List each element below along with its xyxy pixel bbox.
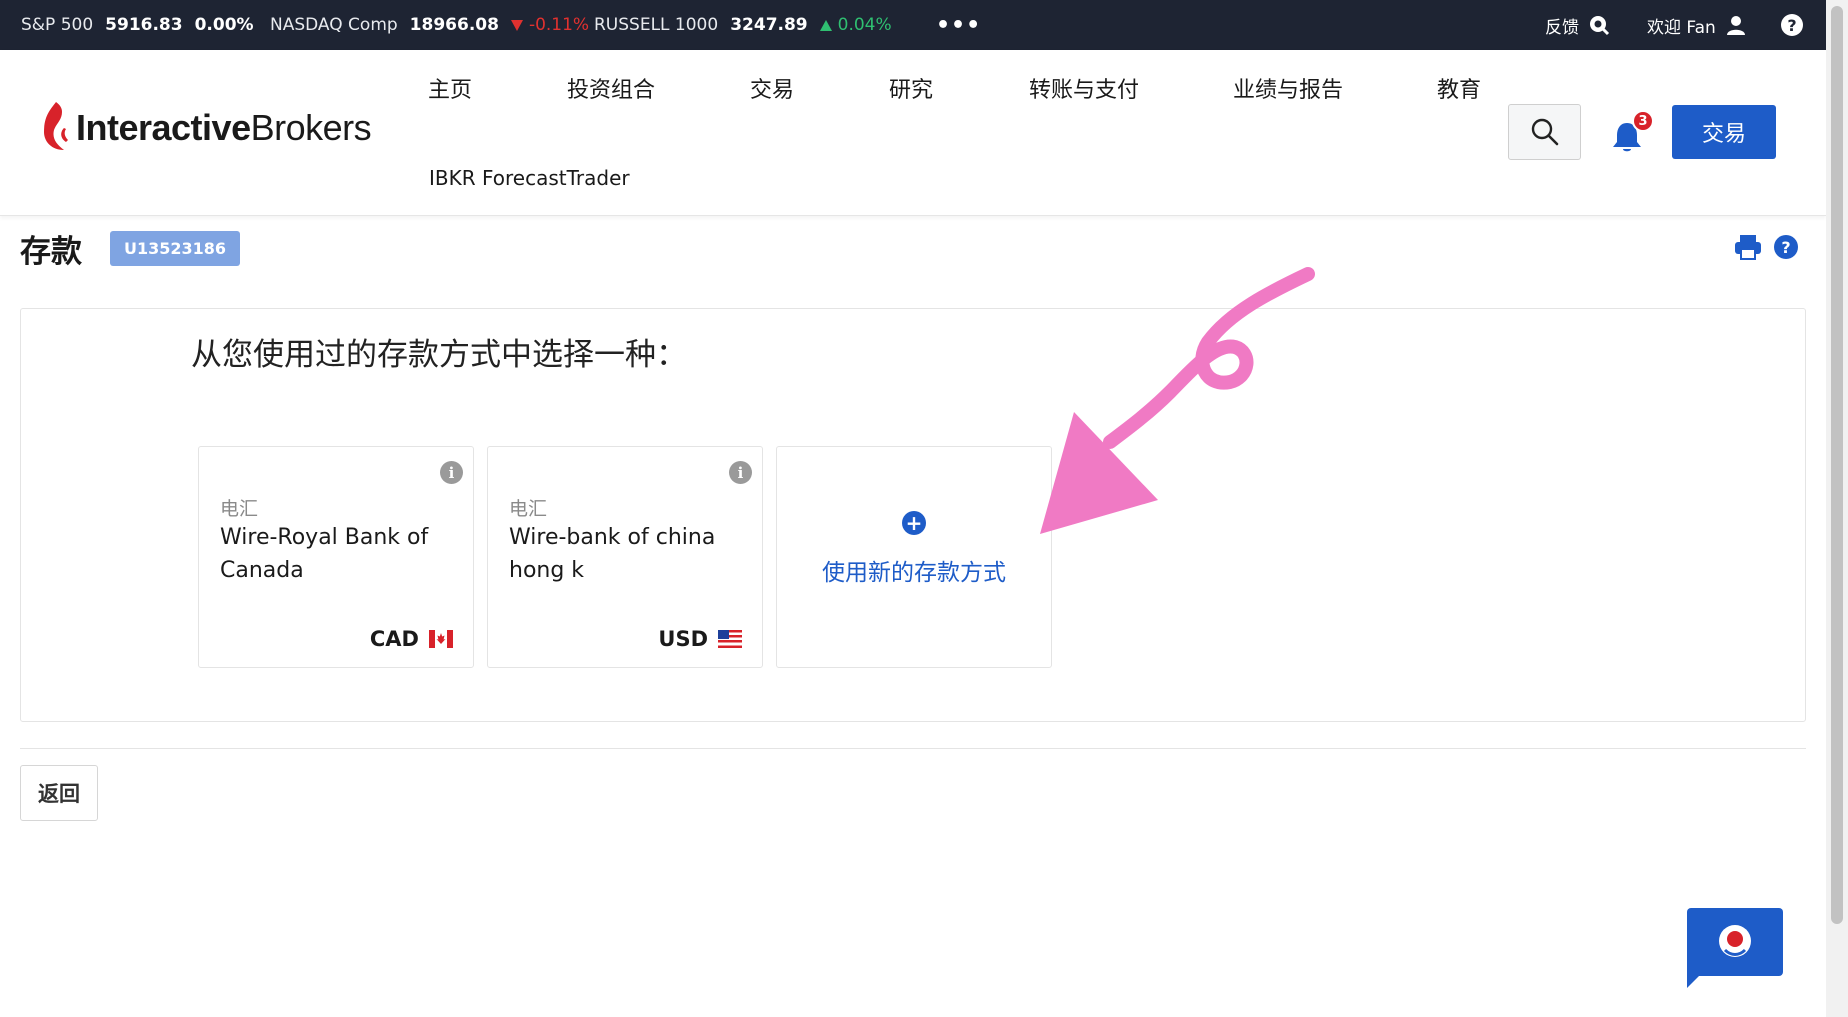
page-title: 存款 (20, 234, 82, 270)
feedback-icon (1590, 16, 1610, 36)
more-icon[interactable]: ••• (936, 0, 981, 50)
back-button[interactable]: 返回 (20, 765, 98, 821)
ticker-russell[interactable]: RUSSELL 1000 3247.89 0.04% (594, 0, 892, 50)
deposit-method-panel: 从您使用过的存款方式中选择一种： i 电汇 Wire-Royal Bank of… (20, 308, 1806, 722)
ticker-name: S&P 500 (21, 15, 94, 35)
method-name: Wire-bank of china hong k (509, 525, 716, 583)
ticker-change: 0.04% (837, 15, 892, 35)
trade-button[interactable]: 交易 (1672, 105, 1776, 159)
method-type: 电汇 (220, 498, 259, 520)
method-currency: CAD (370, 627, 453, 651)
divider (20, 748, 1806, 749)
user-menu[interactable]: 欢迎 Fan (1647, 0, 1747, 50)
print-icon[interactable] (1734, 234, 1762, 260)
ticker-value: 3247.89 (730, 15, 808, 35)
notifications-button[interactable]: 3 (1608, 110, 1654, 156)
market-ticker-bar: S&P 500 5916.83 0.00% NASDAQ Comp 18966.… (0, 0, 1826, 50)
nav-research[interactable]: 研究 (889, 72, 933, 104)
ticker-nasdaq[interactable]: NASDAQ Comp 18966.08 -0.11% (270, 0, 589, 50)
help-icon: ? (1781, 14, 1803, 36)
up-arrow-icon (819, 19, 832, 31)
add-icon: + (902, 511, 926, 535)
nav-performance-reports[interactable]: 业绩与报告 (1233, 72, 1343, 104)
us-flag-icon (718, 630, 742, 648)
help-button[interactable]: ? (1781, 0, 1803, 50)
logo-brokers: Brokers (250, 107, 372, 148)
feedback-button[interactable]: 反馈 (1545, 0, 1610, 50)
method-currency: USD (658, 627, 742, 651)
nav-forecasttrader[interactable]: IBKR ForecastTrader (429, 166, 630, 190)
add-deposit-method-card[interactable]: + 使用新的存款方式 (776, 446, 1052, 668)
down-arrow-icon (510, 19, 523, 31)
ticker-name: NASDAQ Comp (270, 15, 398, 35)
method-name: Wire-Royal Bank of Canada (220, 525, 429, 583)
deposit-method-card[interactable]: i 电汇 Wire-bank of china hong k USD (487, 446, 763, 668)
info-icon[interactable]: i (440, 461, 463, 484)
ticker-change: 0.00% (194, 15, 254, 35)
deposit-method-card[interactable]: i 电汇 Wire-Royal Bank of Canada CAD (198, 446, 474, 668)
chat-button[interactable] (1687, 908, 1783, 976)
logo-wordmark: InteractiveBrokers (76, 107, 372, 149)
ticker-value: 5916.83 (105, 15, 183, 35)
add-method-label: 使用新的存款方式 (822, 560, 1006, 586)
search-icon (1531, 118, 1558, 146)
logo-interactive: Interactive (76, 107, 251, 148)
nav-transfer-pay[interactable]: 转账与支付 (1029, 72, 1139, 104)
scrollbar-thumb[interactable] (1831, 6, 1843, 924)
search-button[interactable] (1508, 104, 1581, 160)
info-icon[interactable]: i (729, 461, 752, 484)
currency-code: CAD (369, 627, 419, 651)
canada-flag-icon (429, 630, 453, 648)
ticker-change: -0.11% (528, 15, 590, 35)
feedback-label: 反馈 (1545, 17, 1579, 38)
nav-trade[interactable]: 交易 (750, 72, 794, 104)
account-id-badge: U13523186 (110, 231, 241, 266)
ticker-value: 18966.08 (409, 15, 499, 35)
chat-bot-icon (1719, 925, 1751, 957)
scrollbar[interactable] (1826, 0, 1848, 1017)
nav-home[interactable]: 主页 (428, 72, 472, 104)
currency-code: USD (658, 627, 708, 651)
ticker-sp500[interactable]: S&P 500 5916.83 0.00% (21, 0, 254, 50)
nav-portfolio[interactable]: 投资组合 (567, 72, 655, 104)
user-icon (1726, 16, 1745, 35)
notification-count-badge: 3 (1632, 110, 1654, 132)
main-header: InteractiveBrokers 主页 投资组合 交易 研究 转账与支付 业… (0, 50, 1826, 216)
page-help-icon[interactable]: ? (1774, 235, 1798, 259)
chat-bubble-tail (1687, 970, 1705, 988)
ib-logo[interactable]: InteractiveBrokers (40, 102, 372, 154)
ib-flame-logo-icon (44, 102, 68, 150)
method-type: 电汇 (509, 498, 548, 520)
ticker-name: RUSSELL 1000 (594, 15, 719, 35)
deposit-prompt: 从您使用过的存款方式中选择一种： (191, 337, 687, 373)
nav-education[interactable]: 教育 (1437, 72, 1481, 104)
welcome-label: 欢迎 Fan (1647, 17, 1716, 38)
